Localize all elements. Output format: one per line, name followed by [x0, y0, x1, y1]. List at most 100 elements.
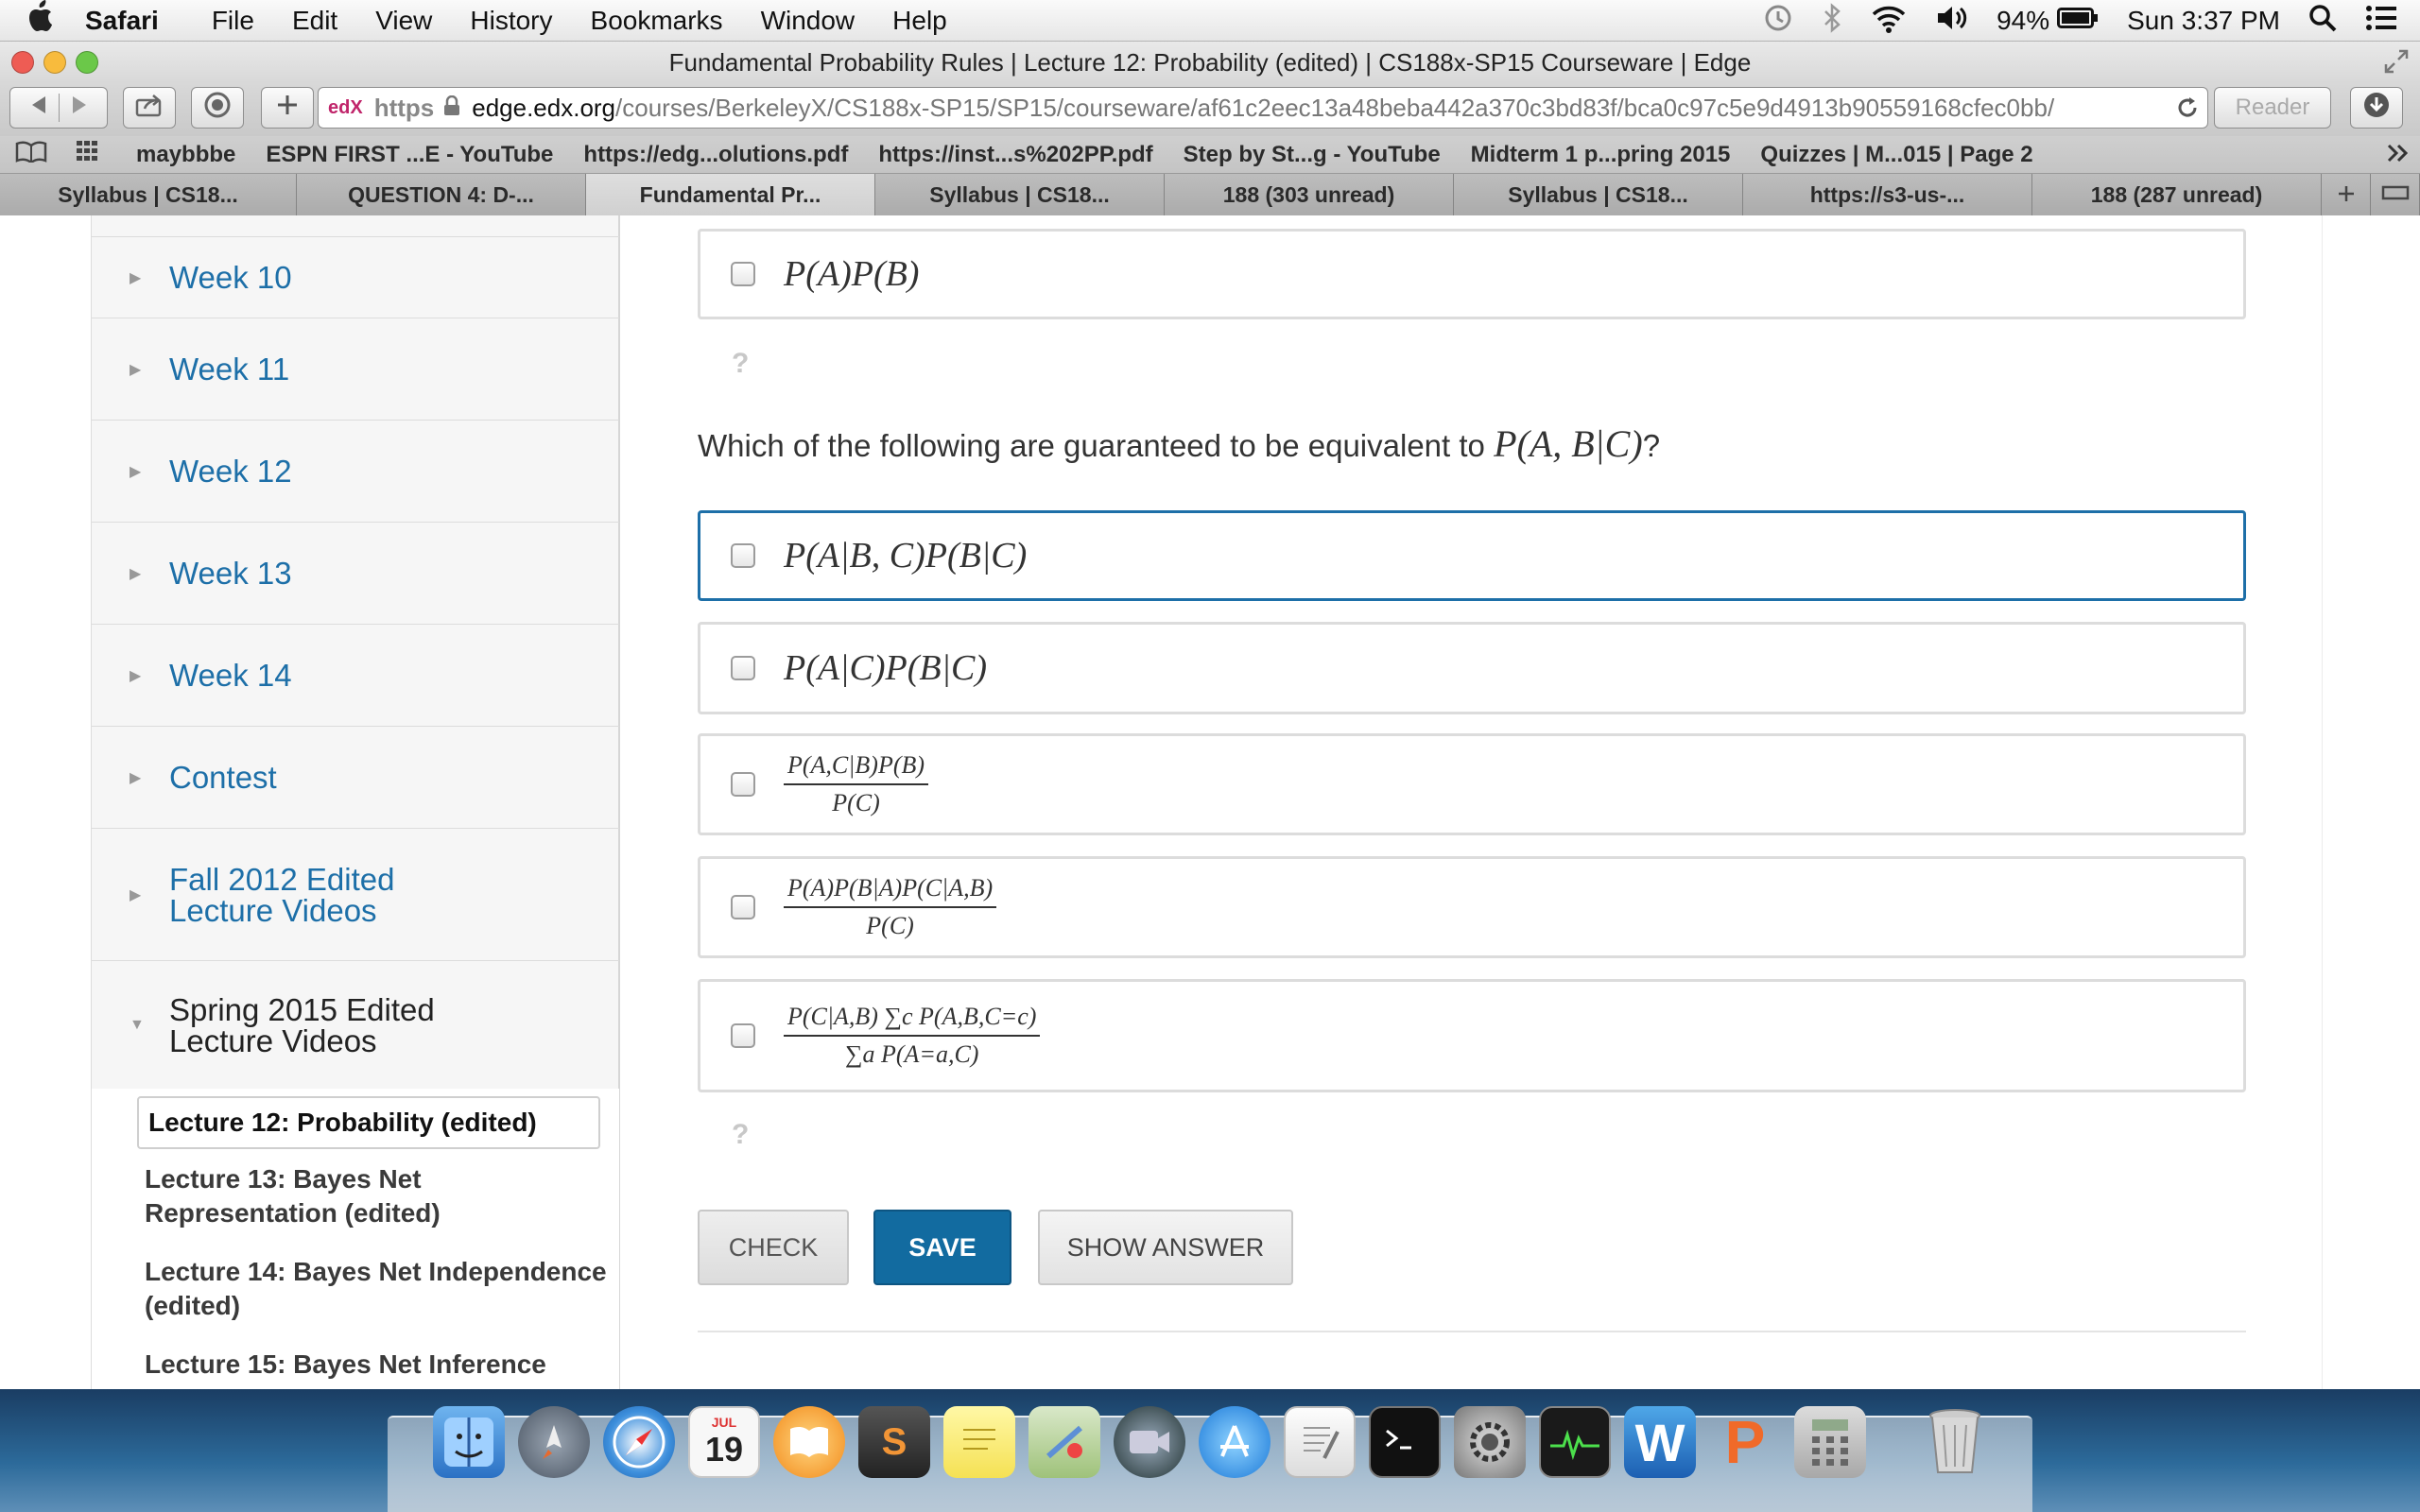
downloads-button[interactable] [2350, 87, 2403, 129]
tab-unread-303[interactable]: 188 (303 unread) [1165, 174, 1454, 215]
choice-checkbox[interactable] [731, 772, 755, 797]
address-bar[interactable]: edX https edge.edx.org /courses/Berkeley… [318, 87, 2208, 129]
add-tab-button[interactable] [2322, 174, 2371, 215]
zoom-window-button[interactable] [76, 51, 98, 74]
share-icon [134, 92, 164, 125]
more-bookmarks-icon[interactable] [2386, 142, 2411, 171]
forward-arrow-icon[interactable] [65, 94, 94, 123]
bookmark-item[interactable]: Step by St...g - YouTube [1184, 142, 1441, 168]
extension-button[interactable] [191, 87, 244, 129]
calculator-icon[interactable] [1794, 1406, 1866, 1478]
apple-icon[interactable] [28, 0, 85, 41]
bluetooth-icon[interactable] [1823, 2, 1841, 40]
menu-edit[interactable]: Edit [292, 6, 337, 36]
lecture-link-current[interactable]: Lecture 12: Probability (edited) [137, 1096, 600, 1149]
maps-icon[interactable] [1028, 1406, 1100, 1478]
volume-icon[interactable] [1936, 4, 1968, 39]
choice-checkbox[interactable] [731, 895, 755, 919]
tab-s3-link[interactable]: https://s3-us-... [1743, 174, 2032, 215]
menu-file[interactable]: File [212, 6, 254, 36]
sidebar-item-week-10[interactable]: ▶ Week 10 [92, 236, 619, 318]
powerpoint-icon[interactable]: P [1709, 1406, 1781, 1478]
text-edit-icon[interactable] [1284, 1406, 1356, 1478]
sublime-text-icon[interactable]: S [858, 1406, 930, 1478]
safari-icon[interactable] [603, 1406, 675, 1478]
tab-unread-287[interactable]: 188 (287 unread) [2032, 174, 2322, 215]
photo-booth-icon[interactable] [1114, 1406, 1185, 1478]
course-navigation: ▶ Week 10 ▶ Week 11 ▶ Week 12 ▶ Week 13 … [91, 215, 620, 1389]
notification-center-icon[interactable] [2365, 5, 2397, 38]
answer-choice-1[interactable]: P(A|B, C)P(B|C) [698, 510, 2246, 601]
trash-icon[interactable] [1919, 1406, 1991, 1478]
menu-help[interactable]: Help [892, 6, 947, 36]
word-icon[interactable]: W [1624, 1406, 1696, 1478]
tab-overview-button[interactable] [2371, 174, 2420, 215]
reload-icon[interactable] [2174, 94, 2201, 126]
calendar-icon[interactable]: JUL 19 [688, 1406, 760, 1478]
tab-fundamental-probability[interactable]: Fundamental Pr... [586, 174, 875, 215]
choice-math: P(A|B, C)P(B|C) [784, 536, 1028, 576]
bookmark-item[interactable]: https://inst...s%202PP.pdf [878, 142, 1152, 168]
share-button[interactable] [123, 87, 176, 129]
menu-history[interactable]: History [470, 6, 552, 36]
lecture-link[interactable]: Lecture 15: Bayes Net Inference [145, 1348, 608, 1382]
lecture-link[interactable]: Lecture 14: Bayes Net Independence (edit… [145, 1255, 608, 1323]
reading-list-icon[interactable] [15, 140, 47, 169]
bookmark-item[interactable]: https://edg...olutions.pdf [583, 142, 848, 168]
terminal-icon[interactable] [1369, 1406, 1441, 1478]
bookmark-item[interactable]: maybbbe [136, 142, 235, 168]
menu-clock[interactable]: Sun 3:37 PM [2127, 6, 2280, 36]
sidebar-item-week-11[interactable]: ▶ Week 11 [92, 318, 619, 420]
wifi-icon[interactable] [1870, 3, 1908, 40]
choice-checkbox[interactable] [731, 656, 755, 680]
bookmark-item[interactable]: ESPN FIRST ...E - YouTube [266, 142, 553, 168]
sidebar-item-contest[interactable]: ▶ Contest [92, 726, 619, 828]
ibooks-icon[interactable] [773, 1406, 845, 1478]
stickies-icon[interactable] [943, 1406, 1015, 1478]
battery-status[interactable]: 94% [1996, 6, 2099, 36]
lecture-link[interactable]: Lecture 13: Bayes Net Representation (ed… [145, 1162, 608, 1230]
tab-syllabus-1[interactable]: Syllabus | CS18... [0, 174, 297, 215]
check-button[interactable]: CHECK [698, 1210, 849, 1285]
sidebar-item-fall-2012-videos[interactable]: ▶ Fall 2012 Edited Lecture Videos [92, 828, 619, 960]
sidebar-item-week-12[interactable]: ▶ Week 12 [92, 420, 619, 522]
back-arrow-icon[interactable] [25, 94, 53, 123]
menu-window[interactable]: Window [761, 6, 856, 36]
menu-view[interactable]: View [375, 6, 432, 36]
close-window-button[interactable] [11, 51, 34, 74]
app-store-icon[interactable] [1199, 1406, 1270, 1478]
bookmark-item[interactable]: Midterm 1 p...pring 2015 [1471, 142, 1731, 168]
answer-choice-3[interactable]: P(A,C|B)P(B) P(C) [698, 733, 2246, 835]
system-preferences-icon[interactable] [1454, 1406, 1526, 1478]
sidebar-item-week-14[interactable]: ▶ Week 14 [92, 624, 619, 726]
tab-question-4[interactable]: QUESTION 4: D-... [297, 174, 586, 215]
sidebar-item-week-13[interactable]: ▶ Week 13 [92, 522, 619, 624]
minimize-window-button[interactable] [43, 51, 66, 74]
fullscreen-icon[interactable] [2382, 47, 2411, 82]
reader-button[interactable]: Reader [2214, 87, 2331, 129]
time-machine-icon[interactable] [1762, 2, 1794, 41]
choice-checkbox[interactable] [731, 262, 755, 286]
answer-choice-4[interactable]: P(A)P(B|A)P(C|A,B) P(C) [698, 856, 2246, 958]
tab-syllabus-2[interactable]: Syllabus | CS18... [875, 174, 1165, 215]
answer-choice-5[interactable]: P(C|A,B) ∑c P(A,B,C=c) ∑a P(A=a,C) [698, 979, 2246, 1092]
show-answer-button[interactable]: SHOW ANSWER [1038, 1210, 1293, 1285]
launchpad-icon[interactable] [518, 1406, 590, 1478]
choice-checkbox[interactable] [731, 543, 755, 568]
choice-math: P(A|C)P(B|C) [784, 648, 988, 688]
answer-choice-prev[interactable]: P(A)P(B) [698, 229, 2246, 319]
new-tab-button[interactable] [261, 87, 314, 129]
save-button[interactable]: SAVE [873, 1210, 1011, 1285]
finder-icon[interactable] [433, 1406, 505, 1478]
sidebar-item-spring-2015-videos[interactable]: ▼ Spring 2015 Edited Lecture Videos [92, 960, 619, 1089]
top-sites-icon[interactable] [76, 140, 104, 169]
bookmark-item[interactable]: Quizzes | M...015 | Page 2 [1760, 142, 2032, 168]
activity-monitor-icon[interactable] [1539, 1406, 1611, 1478]
choice-checkbox[interactable] [731, 1023, 755, 1048]
menu-bookmarks[interactable]: Bookmarks [591, 6, 723, 36]
answer-choice-2[interactable]: P(A|C)P(B|C) [698, 622, 2246, 714]
back-forward-buttons[interactable] [9, 87, 108, 129]
spotlight-icon[interactable] [2308, 4, 2337, 39]
menu-app-name[interactable]: Safari [85, 6, 159, 36]
tab-syllabus-3[interactable]: Syllabus | CS18... [1454, 174, 1743, 215]
